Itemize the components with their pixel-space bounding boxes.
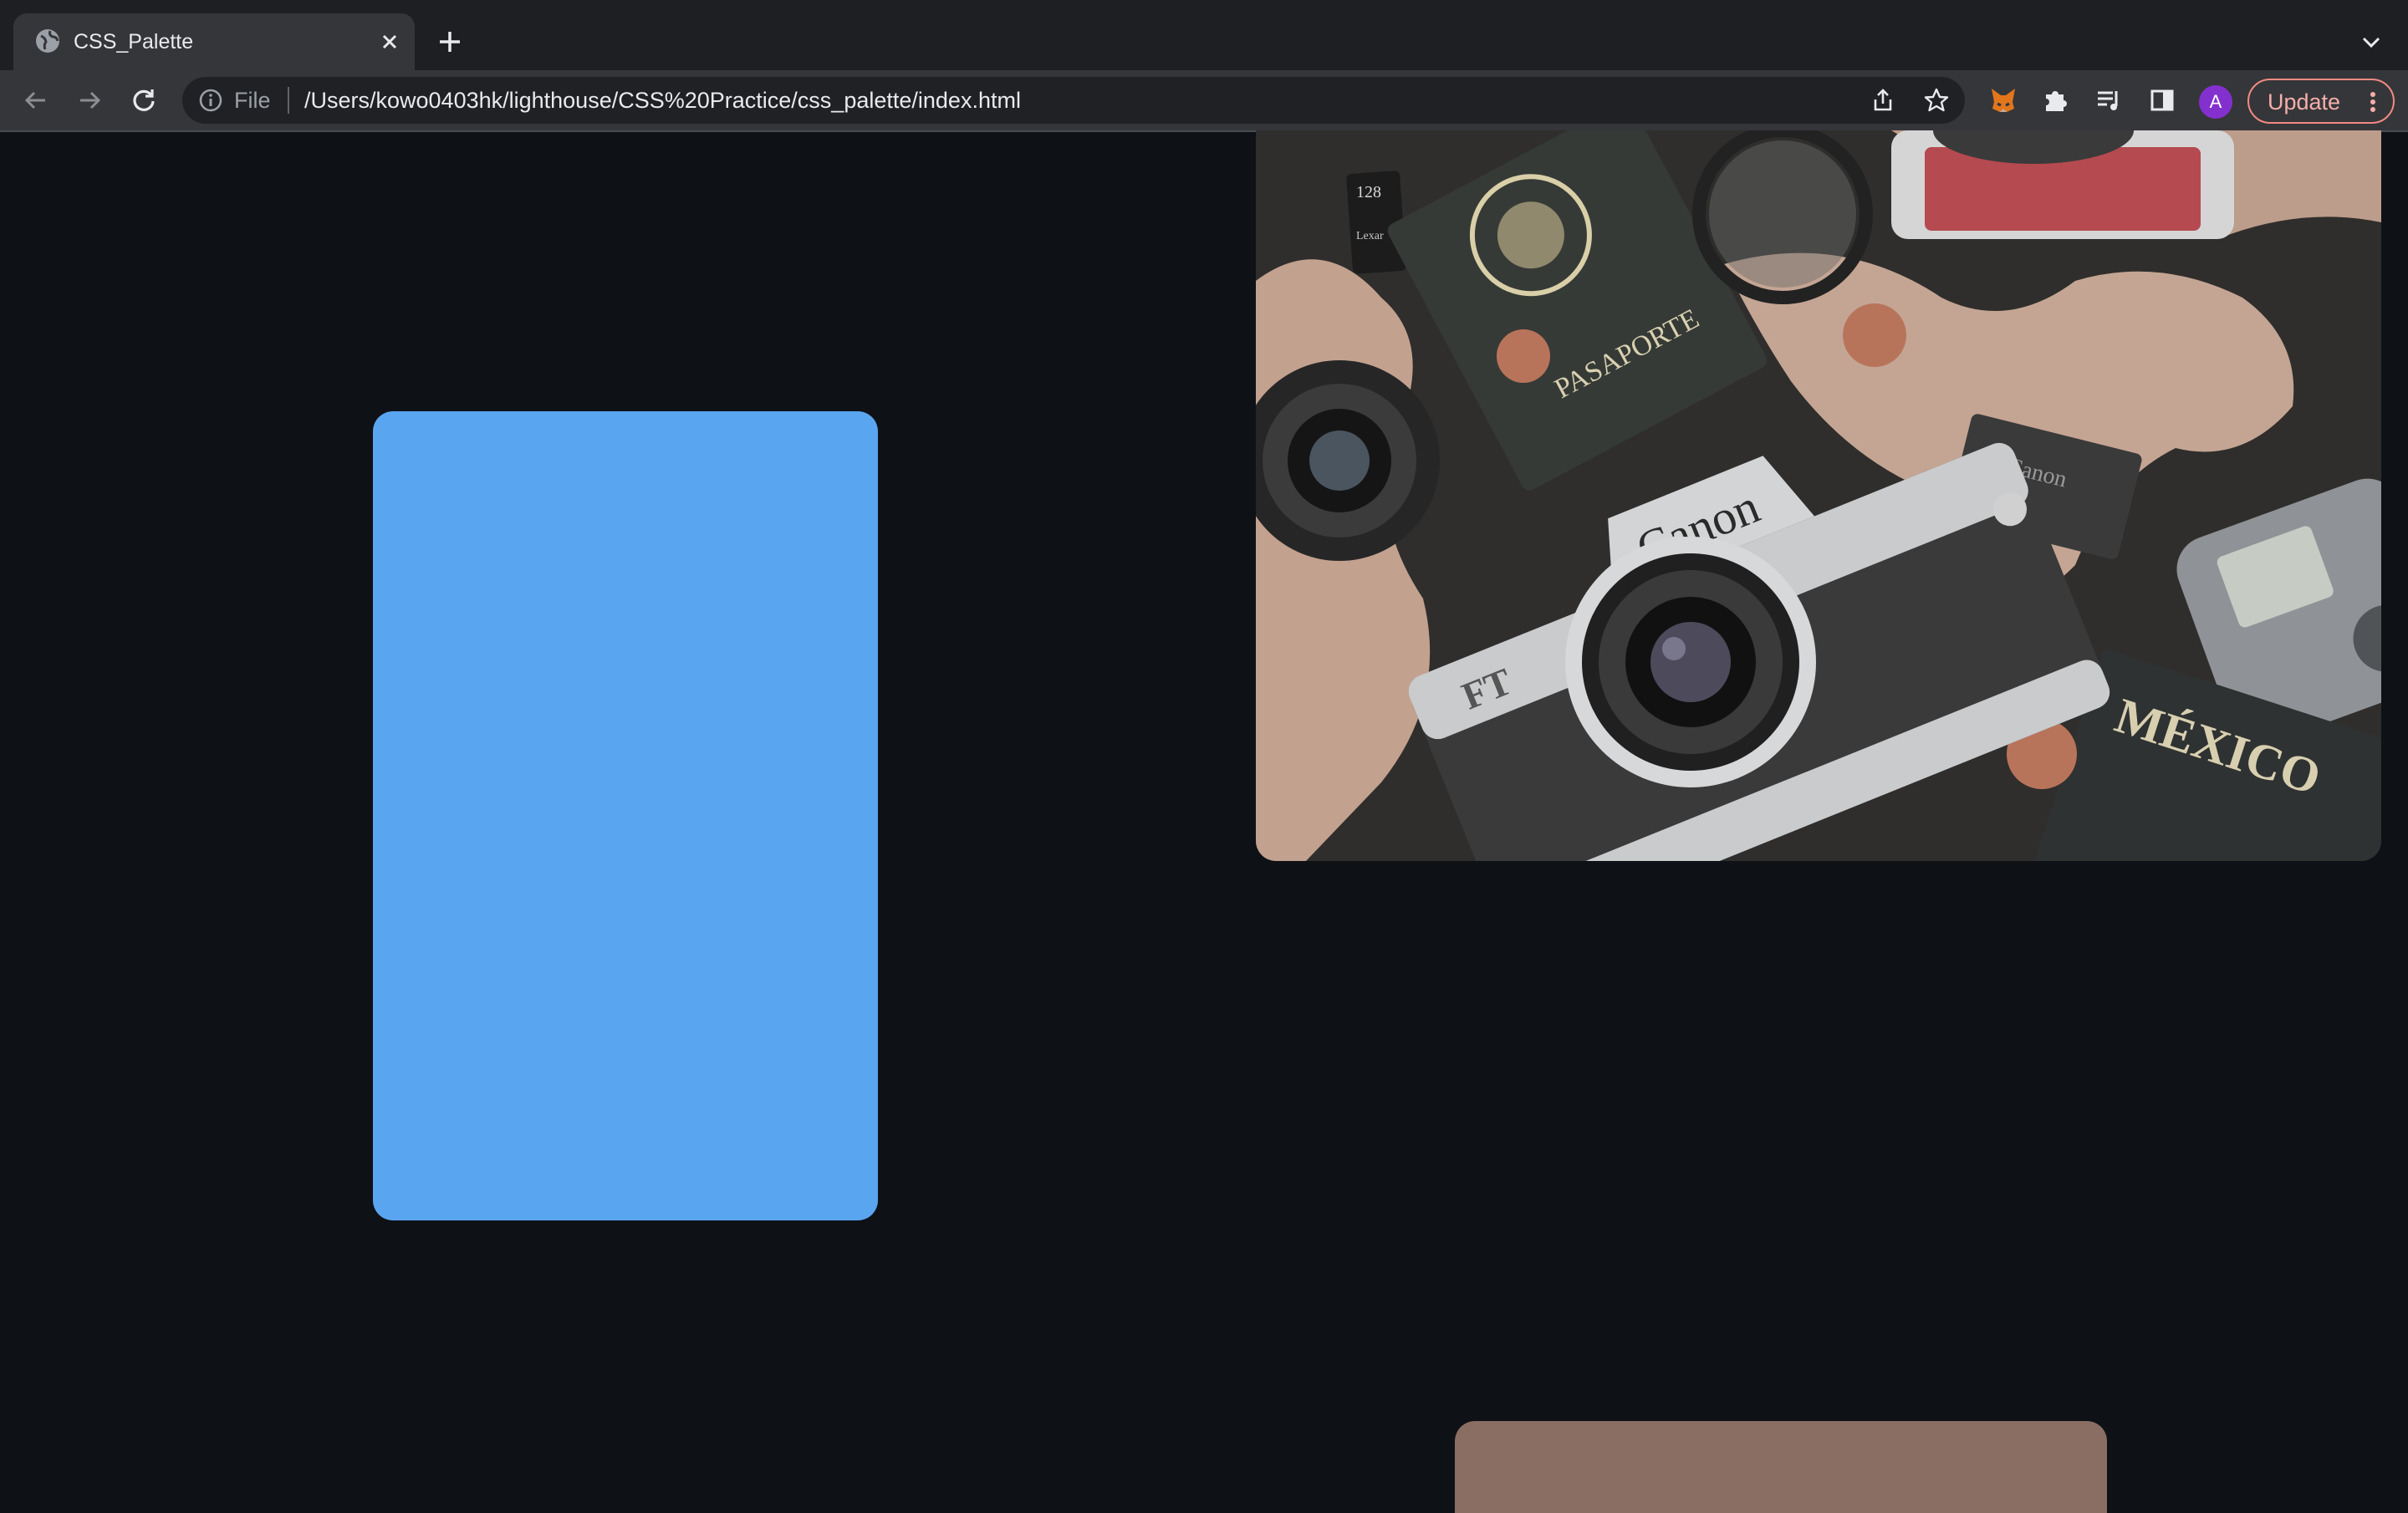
sd-card-brand: Lexar: [1356, 230, 1384, 242]
side-panel-icon[interactable]: [2145, 84, 2179, 117]
brown-color-card: [1455, 1421, 2107, 1513]
sd-card-label: 128: [1356, 183, 1381, 201]
reading-list-icon[interactable]: [2092, 84, 2125, 117]
url-text[interactable]: /Users/kowo0403hk/lighthouse/CSS%20Pract…: [304, 85, 1021, 115]
globe-icon: [33, 27, 62, 55]
address-bar[interactable]: File /Users/kowo0403hk/lighthouse/CSS%20…: [182, 77, 1965, 124]
browser-toolbar: File /Users/kowo0403hk/lighthouse/CSS%20…: [0, 70, 2408, 132]
tab-css-palette[interactable]: CSS_Palette: [13, 13, 415, 70]
forward-arrow-icon[interactable]: [74, 84, 107, 117]
more-vertical-icon[interactable]: [2365, 87, 2381, 117]
back-arrow-icon[interactable]: [18, 84, 52, 117]
tab-title: CSS_Palette: [74, 30, 194, 53]
metamask-fox-icon[interactable]: [1987, 84, 2020, 117]
blue-color-card: [373, 411, 878, 1220]
bookmark-star-icon[interactable]: [1921, 85, 1951, 115]
scheme-label: File: [234, 88, 271, 113]
update-label: Update: [2268, 89, 2341, 115]
profile-avatar[interactable]: A: [2199, 85, 2232, 119]
camera-flatlay-image: 128 Lexar PASAPORTE Canon MÉXICO Canon F…: [1256, 130, 2381, 861]
reload-icon[interactable]: [127, 84, 161, 117]
tab-strip: CSS_Palette: [0, 0, 2408, 70]
chevron-down-icon[interactable]: [2354, 25, 2388, 59]
extensions-puzzle-icon[interactable]: [2038, 84, 2072, 117]
update-button[interactable]: Update: [2247, 79, 2395, 124]
info-icon[interactable]: [197, 87, 224, 114]
share-icon[interactable]: [1868, 85, 1898, 115]
omnibox-divider: [288, 87, 289, 114]
new-tab-plus-icon[interactable]: [433, 25, 467, 59]
close-icon[interactable]: [375, 27, 405, 57]
